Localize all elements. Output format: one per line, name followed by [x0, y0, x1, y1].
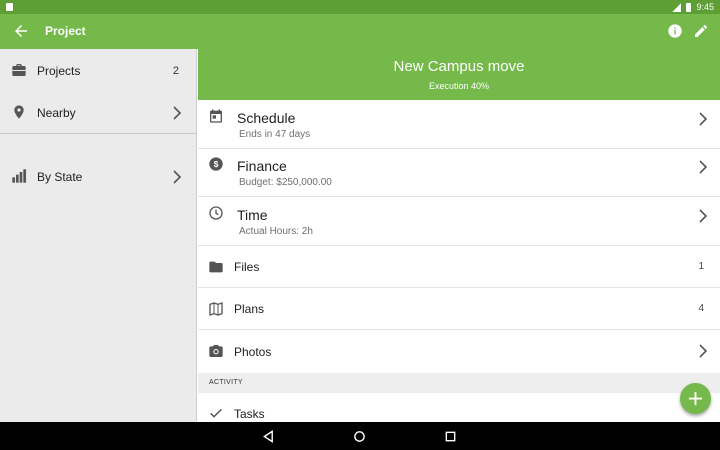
status-bar-right: 9:45 — [672, 0, 714, 14]
status-bar: 9:45 — [0, 0, 720, 14]
calendar-icon — [210, 109, 222, 123]
signal-icon — [672, 2, 682, 12]
sidebar-item-by-state[interactable]: By State — [0, 156, 196, 198]
back-triangle-icon[interactable] — [262, 430, 275, 443]
project-progress: Execution 40% — [428, 81, 490, 91]
project-header: New Campus move Execution 40% — [198, 49, 720, 100]
files-row[interactable]: Files 1 — [198, 246, 720, 288]
chevron-right-icon — [699, 344, 708, 358]
battery-icon — [686, 2, 692, 12]
row-subtitle: Budget: $250,000.00 — [239, 177, 332, 188]
row-label: Photos — [234, 345, 272, 359]
row-label: Tasks — [234, 407, 265, 421]
sidebar-item-count: 2 — [172, 65, 179, 77]
folder-icon — [209, 261, 223, 273]
location-pin-icon — [14, 105, 24, 119]
dollar-icon: $ — [209, 157, 223, 171]
bar-chart-icon — [12, 169, 26, 183]
home-circle-icon[interactable] — [353, 430, 366, 443]
app-bar: Project — [0, 14, 720, 49]
status-time: 9:45 — [696, 2, 714, 12]
add-fab-button[interactable] — [680, 383, 711, 414]
sidebar-item-label: By State — [37, 170, 83, 184]
project-name: New Campus move — [393, 58, 525, 75]
svg-text:$: $ — [214, 159, 219, 169]
time-row[interactable]: Time Actual Hours: 2h — [198, 197, 720, 246]
plus-icon — [688, 391, 703, 406]
row-title: Schedule — [237, 110, 296, 126]
sidebar-item-label: Nearby — [37, 106, 76, 120]
sidebar-divider — [0, 133, 196, 134]
schedule-row[interactable]: Schedule Ends in 47 days — [198, 100, 720, 149]
recents-square-icon[interactable] — [444, 430, 457, 443]
map-icon — [209, 302, 223, 316]
sidebar: Projects 2 Nearby By State — [0, 49, 197, 422]
activity-section-header: ACTIVITY — [198, 373, 720, 393]
notification-icon — [6, 3, 13, 11]
page-title: Project — [45, 24, 86, 38]
row-count: 4 — [698, 303, 704, 314]
chevron-right-icon — [699, 209, 708, 223]
chevron-right-icon — [173, 106, 182, 120]
pencil-icon[interactable] — [693, 23, 709, 39]
chevron-right-icon — [699, 112, 708, 126]
row-title: Time — [237, 207, 268, 223]
check-icon — [210, 408, 222, 418]
tasks-row[interactable]: Tasks — [198, 393, 720, 422]
sidebar-item-label: Projects — [37, 64, 81, 78]
row-subtitle: Actual Hours: 2h — [239, 226, 313, 237]
info-icon[interactable] — [667, 23, 683, 39]
row-label: Plans — [234, 302, 265, 316]
finance-row[interactable]: $ Finance Budget: $250,000.00 — [198, 149, 720, 197]
plans-row[interactable]: Plans 4 — [198, 288, 720, 330]
row-subtitle: Ends in 47 days — [239, 129, 311, 140]
sidebar-item-projects[interactable]: Projects 2 — [0, 50, 196, 92]
row-label: Files — [234, 260, 260, 274]
sidebar-item-nearby[interactable]: Nearby — [0, 92, 196, 134]
briefcase-icon — [12, 64, 26, 76]
row-title: Finance — [237, 158, 287, 174]
system-nav-bar — [0, 422, 720, 450]
arrow-back-icon[interactable] — [12, 22, 30, 40]
row-count: 1 — [698, 261, 704, 272]
chevron-right-icon — [173, 170, 182, 184]
chevron-right-icon — [699, 160, 708, 174]
project-detail: New Campus move Execution 40% Schedule E… — [198, 49, 720, 422]
clock-icon — [209, 206, 223, 220]
photos-row[interactable]: Photos — [198, 330, 720, 373]
section-header-label: ACTIVITY — [209, 379, 243, 386]
camera-icon — [209, 345, 223, 357]
